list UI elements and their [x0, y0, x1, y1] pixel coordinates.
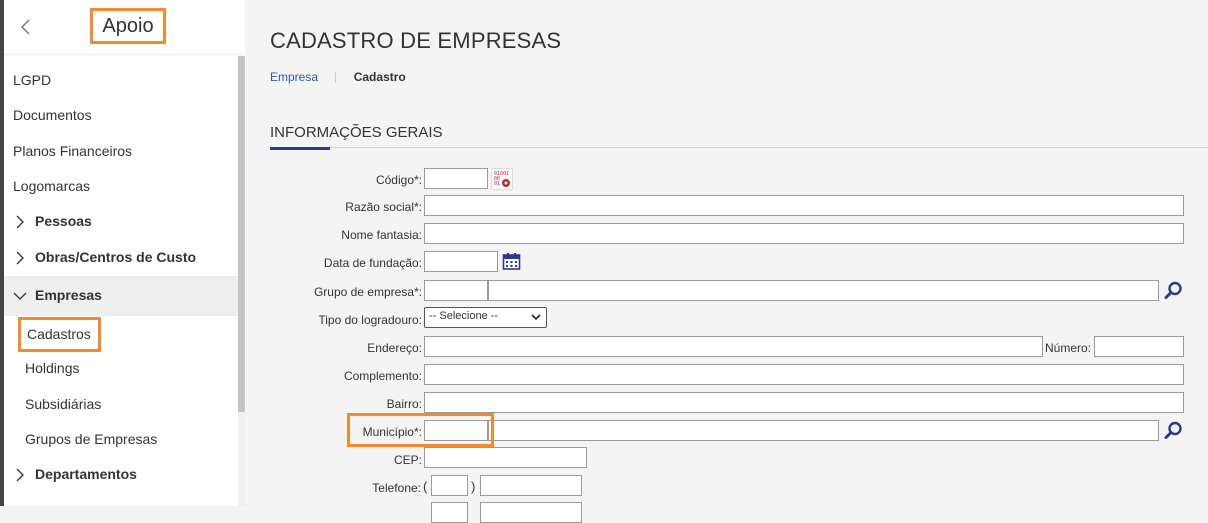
sidebar-item-holdings[interactable]: Holdings: [25, 360, 79, 376]
codigo-input[interactable]: [424, 168, 488, 189]
sidebar-group-label: Obras/Centros de Custo: [35, 249, 197, 265]
section-accent-bar: [270, 147, 330, 150]
telefone-paren-open: (: [423, 479, 428, 494]
numero-input[interactable]: [1094, 336, 1184, 357]
razao-social-label: Razão social*:: [345, 200, 422, 214]
endereco-input[interactable]: [424, 336, 1043, 357]
breadcrumb-current: Cadastro: [353, 70, 406, 84]
sidebar-header: Apoio: [4, 0, 245, 55]
chevron-left-icon[interactable]: [18, 18, 34, 36]
search-icon[interactable]: [1163, 280, 1184, 301]
sidebar-item-grupos-de-empresas[interactable]: Grupos de Empresas: [25, 431, 157, 447]
telefone-ddd-input[interactable]: [431, 475, 468, 496]
grupo-empresa-name-input[interactable]: [488, 280, 1159, 301]
sidebar: Apoio LGPD Documentos Planos Financeiros…: [0, 0, 245, 506]
nome-fantasia-label: Nome fantasia:: [341, 228, 422, 242]
search-icon[interactable]: [1163, 420, 1184, 441]
endereco-label: Endereço:: [367, 341, 422, 355]
numero-label: Número:: [1045, 341, 1092, 355]
razao-social-input[interactable]: [424, 195, 1184, 216]
sidebar-group-empresas[interactable]: Empresas: [13, 287, 102, 303]
sidebar-title: Apoio: [90, 8, 166, 44]
sidebar-item-logomarcas[interactable]: Logomarcas: [13, 178, 90, 194]
sidebar-group-label: Departamentos: [35, 466, 137, 482]
breadcrumb: Empresa Cadastro: [270, 70, 406, 84]
data-fundacao-label: Data de fundação:: [323, 256, 422, 270]
chevron-right-icon: [16, 251, 24, 265]
grupo-empresa-code-input[interactable]: [424, 280, 488, 301]
section-title: INFORMAÇÕES GERAIS: [270, 124, 443, 141]
tipo-logradouro-value: -- Selecione --: [429, 310, 499, 322]
cep-label: CEP:: [393, 453, 422, 467]
breadcrumb-separator: [335, 72, 337, 84]
breadcrumb-link-empresa[interactable]: Empresa: [270, 70, 318, 84]
sidebar-scrollbar-thumb[interactable]: [238, 56, 245, 412]
sidebar-group-label: Pessoas: [35, 213, 92, 229]
sidebar-group-obras[interactable]: Obras/Centros de Custo: [13, 249, 196, 265]
complemento-input[interactable]: [424, 364, 1184, 385]
sidebar-group-label: Empresas: [35, 287, 102, 303]
grupo-empresa-label: Grupo de empresa*:: [313, 285, 422, 299]
chevron-right-icon: [16, 215, 24, 229]
chevron-down-icon: [531, 314, 541, 321]
sidebar-item-cadastros[interactable]: Cadastros: [18, 317, 101, 352]
sidebar-item-documentos[interactable]: Documentos: [13, 107, 92, 123]
svg-text:01: 01: [494, 181, 500, 187]
municipio-label: Município*:: [362, 425, 422, 439]
municipio-name-input[interactable]: [488, 420, 1159, 441]
section-divider: [270, 147, 1208, 148]
data-fundacao-input[interactable]: [424, 251, 498, 272]
sidebar-group-departamentos[interactable]: Departamentos: [13, 466, 137, 482]
sidebar-item-lgpd[interactable]: LGPD: [13, 72, 51, 88]
municipio-code-input[interactable]: [424, 420, 488, 441]
calendar-icon[interactable]: [502, 252, 521, 271]
telefone2-number-input[interactable]: [480, 502, 582, 523]
sidebar-group-pessoas[interactable]: Pessoas: [13, 213, 92, 229]
telefone-number-input[interactable]: [480, 475, 582, 496]
sidebar-item-planos-financeiros[interactable]: Planos Financeiros: [13, 143, 132, 159]
bairro-label: Bairro:: [386, 397, 422, 411]
tipo-logradouro-label: Tipo do logradouro:: [318, 313, 422, 327]
sidebar-item-subsidiarias[interactable]: Subsidiárias: [25, 396, 101, 412]
nome-fantasia-input[interactable]: [424, 223, 1184, 244]
cep-input[interactable]: [424, 447, 587, 468]
code-generator-icon[interactable]: 01001 00 01: [491, 168, 513, 190]
codigo-label: Código*:: [375, 173, 422, 187]
chevron-right-icon: [16, 468, 24, 482]
telefone-paren-close: ): [471, 479, 476, 494]
page-title: CADASTRO DE EMPRESAS: [270, 28, 562, 53]
chevron-down-icon: [13, 292, 27, 301]
tipo-logradouro-select[interactable]: -- Selecione --: [424, 307, 547, 328]
bairro-input[interactable]: [424, 392, 1184, 413]
telefone2-ddd-input[interactable]: [431, 502, 468, 523]
telefone-label: Telefone:: [372, 481, 421, 495]
complemento-label: Complemento:: [343, 369, 422, 383]
